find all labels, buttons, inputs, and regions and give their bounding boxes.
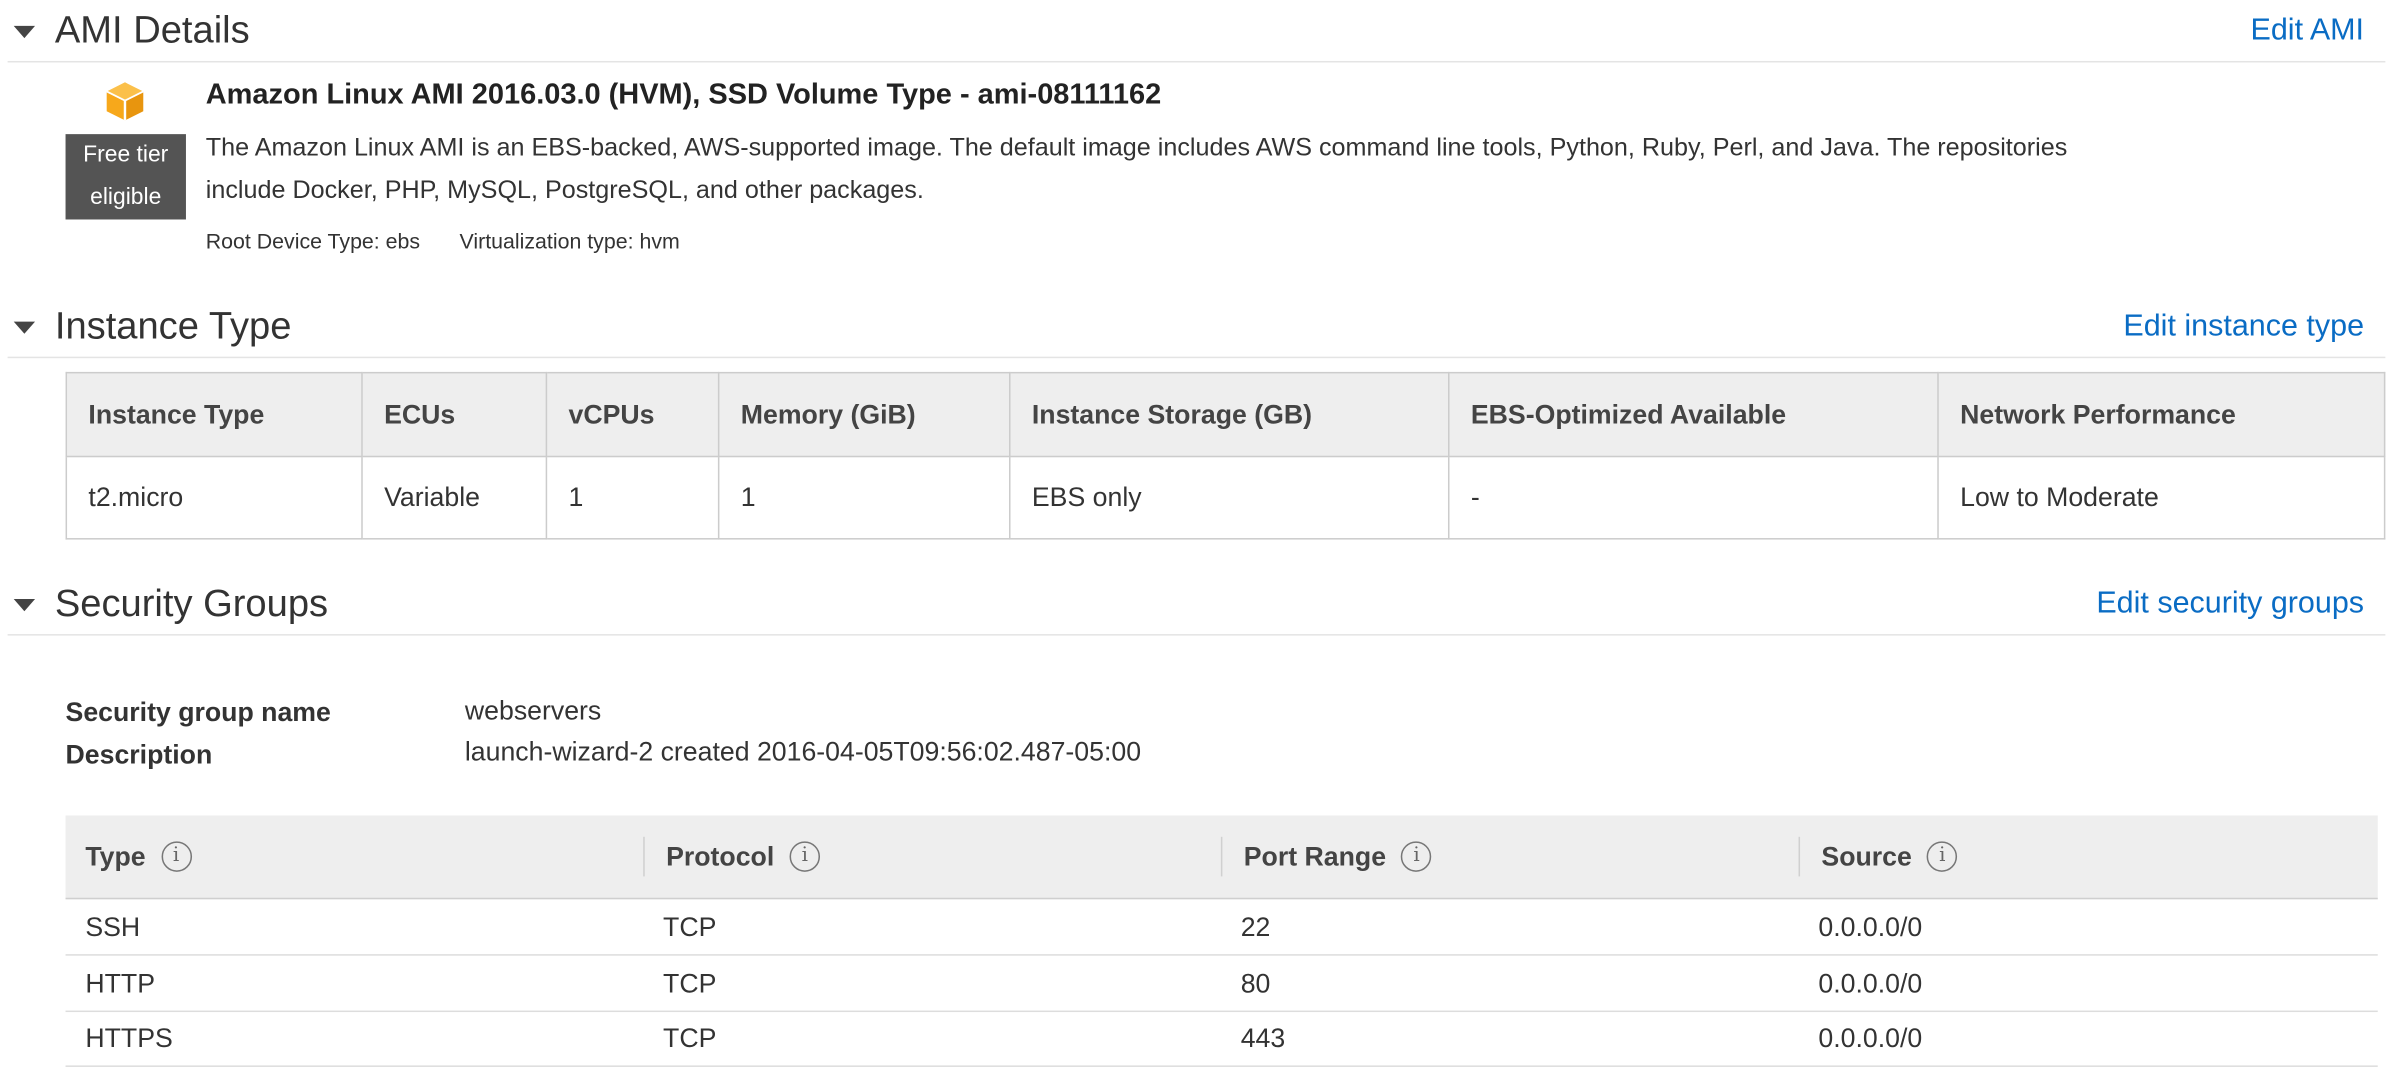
column-divider[interactable]: [643, 836, 645, 877]
collapse-caret-icon[interactable]: [13, 321, 36, 334]
table-cell: 1: [545, 455, 720, 540]
table-row: HTTP TCP 80 0.0.0.0/0: [65, 956, 2378, 1013]
rule-type: SSH: [85, 911, 141, 942]
table-cell: -: [1447, 455, 1939, 540]
table-cell: Variable: [361, 455, 548, 540]
rule-protocol: TCP: [663, 967, 717, 999]
column-header: EBS-Optimized Available: [1447, 371, 1939, 458]
security-groups-title: Security Groups: [54, 582, 329, 625]
rule-protocol: TCP: [663, 1022, 717, 1054]
table-header-row: Instance Type ECUs vCPUs Memory (GiB) In…: [65, 371, 2386, 458]
table-row: SSH TCP 22 0.0.0.0/0: [65, 899, 2378, 956]
security-group-description-value: launch-wizard-2 created 2016-04-05T09:56…: [464, 736, 1142, 767]
ami-name: Amazon Linux AMI 2016.03.0 (HVM), SSD Vo…: [205, 79, 1162, 112]
collapse-caret-icon[interactable]: [13, 25, 36, 39]
root-device-type: Root Device Type: ebs: [205, 228, 421, 254]
table-row: HTTPS TCP 443 0.0.0.0/0: [65, 1011, 2378, 1067]
column-header: vCPUs: [545, 371, 720, 458]
rule-protocol: TCP: [663, 911, 717, 942]
instance-type-header[interactable]: Instance Type Edit instance type: [7, 299, 2386, 359]
table-cell: Low to Moderate: [1937, 455, 2386, 540]
ami-meta: Root Device Type: ebs Virtualization typ…: [206, 229, 680, 253]
security-group-name-label: Security group name: [65, 696, 331, 728]
edit-ami-link[interactable]: Edit AMI: [2251, 14, 2365, 49]
table-row: t2.micro Variable 1 1 EBS only - Low to …: [65, 455, 2386, 540]
edit-instance-type-link[interactable]: Edit instance type: [2123, 309, 2364, 344]
security-groups-header[interactable]: Security Groups Edit security groups: [7, 576, 2386, 636]
column-header: ECUs: [361, 371, 548, 458]
table-cell: t2.micro: [65, 455, 363, 540]
free-tier-badge: Free tier eligible: [65, 134, 186, 220]
info-icon[interactable]: i: [160, 841, 192, 872]
edit-security-groups-link[interactable]: Edit security groups: [2096, 587, 2364, 622]
column-header: Memory (GiB): [717, 371, 1011, 458]
security-group-description-label: Description: [65, 739, 213, 770]
column-header-port-range: Port Range i: [1244, 815, 1432, 897]
virtualization-type: Virtualization type: hvm: [459, 228, 680, 254]
column-divider[interactable]: [1220, 836, 1223, 877]
column-header: Network Performance: [1937, 371, 2386, 458]
rule-source: 0.0.0.0/0: [1818, 967, 1923, 999]
security-group-name-value: webservers: [464, 695, 602, 726]
column-header-label: Type: [85, 840, 146, 872]
ami-details-title: AMI Details: [54, 9, 250, 52]
info-icon[interactable]: i: [789, 841, 820, 872]
review-page: AMI Details Edit AMI Free tier eligible …: [0, 0, 2390, 1091]
instance-type-title: Instance Type: [54, 304, 292, 348]
column-header-source: Source i: [1821, 815, 1958, 897]
rule-type: HTTP: [85, 967, 156, 999]
rule-source: 0.0.0.0/0: [1818, 1022, 1923, 1054]
cube-icon: [106, 82, 144, 121]
column-header-type: Type i: [85, 815, 192, 897]
column-header-label: Protocol: [666, 840, 775, 872]
ami-details-header[interactable]: AMI Details Edit AMI: [7, 3, 2386, 63]
info-icon[interactable]: i: [1401, 841, 1432, 872]
rule-port-range: 22: [1240, 911, 1271, 942]
column-header-label: Port Range: [1243, 840, 1387, 872]
column-header-protocol: Protocol i: [666, 815, 820, 897]
table-cell: EBS only: [1009, 455, 1450, 540]
rule-port-range: 80: [1240, 967, 1271, 999]
rule-source: 0.0.0.0/0: [1818, 911, 1923, 942]
ami-description: The Amazon Linux AMI is an EBS-backed, A…: [205, 134, 2068, 204]
column-header: Instance Type: [65, 371, 363, 458]
collapse-caret-icon[interactable]: [13, 599, 36, 612]
rules-table-header: Type i Protocol i Port Range i Source i: [65, 815, 2378, 900]
column-header: Instance Storage (GB): [1009, 371, 1450, 458]
free-tier-badge-line2: eligible: [90, 184, 162, 211]
instance-type-table: Instance Type ECUs vCPUs Memory (GiB) In…: [65, 371, 2386, 540]
rule-type: HTTPS: [85, 1022, 173, 1054]
info-icon[interactable]: i: [1927, 841, 1958, 872]
rule-port-range: 443: [1240, 1022, 1286, 1054]
free-tier-badge-line1: Free tier: [83, 141, 169, 168]
column-divider[interactable]: [1798, 836, 1801, 877]
table-cell: 1: [717, 455, 1011, 540]
column-header-label: Source: [1821, 840, 1912, 872]
